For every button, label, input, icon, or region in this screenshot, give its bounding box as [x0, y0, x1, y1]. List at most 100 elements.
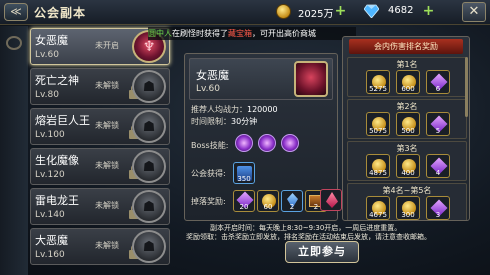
page-title: 公会副本	[34, 6, 87, 20]
add-gold-button[interactable]: +	[334, 4, 347, 19]
rank-reward-item[interactable]: 400	[396, 154, 420, 178]
reward-scrollbar[interactable]	[465, 57, 468, 117]
guild-reward-item[interactable]: 350	[233, 162, 255, 184]
rail-ornament-icon	[6, 36, 22, 50]
boss-portrait: ☗	[132, 70, 166, 103]
detail-header: 女恶魔 Lv.60	[189, 58, 333, 100]
item-count: 400	[401, 169, 415, 177]
boss-item[interactable]: 熔岩巨人王 Lv.100 未解锁 ☗	[30, 108, 170, 145]
rank-reward-item[interactable]: 3	[426, 196, 450, 220]
detail-boss-level: Lv.60	[196, 84, 220, 94]
power-value: 120000	[247, 105, 278, 114]
drop-reward-label: 掉落奖励:	[191, 197, 226, 206]
notice-text: 副本开启时间：每天晚上8:30~9:30开启，一周后进度重置。 奖励领取：击杀奖…	[186, 224, 486, 242]
rank-reward-item[interactable]: 6	[426, 70, 450, 94]
rank-reward-panel: 会内伤害排名奖励 第1名 5275 600 6 第2名 5075 500 5 第…	[342, 36, 470, 221]
drop-reward-item[interactable]: 60	[257, 190, 279, 212]
item-count: 4675	[369, 211, 387, 219]
boss-portrait: ☗	[132, 190, 166, 223]
item-count: 5275	[369, 85, 387, 93]
rank-reward-row: 第1名 5275 600 6	[347, 57, 467, 97]
rank-reward-item[interactable]: 4	[426, 154, 450, 178]
boss-status: 未解锁	[95, 201, 119, 210]
guild-reward-label: 公会获得:	[191, 169, 226, 178]
item-count: 6	[435, 85, 441, 93]
boss-item[interactable]: 生化魔像 Lv.120 未解锁 ☗	[30, 148, 170, 185]
boss-level: Lv.120	[35, 170, 65, 180]
boss-name: 生化魔像	[35, 154, 79, 167]
rank-reward-title: 会内伤害排名奖励	[349, 39, 463, 54]
gem-amount: 4682	[388, 5, 414, 16]
boss-skill-icon[interactable]	[281, 134, 299, 152]
boss-status: 未解锁	[95, 161, 119, 170]
item-count: 60	[263, 203, 273, 211]
rank-reward-item[interactable]: 5275	[366, 70, 390, 94]
gold-coin-icon	[276, 4, 291, 19]
boss-name: 熔岩巨人王	[35, 114, 90, 127]
drop-reward-item[interactable]: 2	[281, 190, 303, 212]
boss-name: 大恶魔	[35, 234, 68, 247]
top-bar: ≪ 公会副本 2025万 + 4682 + ✕	[0, 0, 490, 25]
marquee-player: 圆中人	[148, 29, 172, 38]
drop-reward-item[interactable]: 20	[233, 190, 255, 212]
side-rail	[0, 26, 28, 275]
item-count: 350	[237, 175, 251, 183]
marquee-item: 藏宝箱	[228, 29, 252, 38]
rank-reward-item[interactable]: 4675	[366, 196, 390, 220]
skill-label: Boss技能:	[191, 141, 229, 150]
time-value: 30分钟	[231, 117, 258, 126]
rank-label: 第4名~第5名	[382, 186, 432, 195]
item-count: 5	[435, 127, 441, 135]
boss-name: 女恶魔	[35, 34, 68, 47]
rank-label: 第3名	[396, 144, 418, 153]
diamond-icon	[364, 4, 379, 18]
boss-skill-icon[interactable]	[235, 134, 253, 152]
marquee-text-tail: ，可开出高价商城	[252, 29, 316, 38]
item-count: 300	[401, 211, 415, 219]
rank-reward-item[interactable]: 500	[396, 112, 420, 136]
rank-reward-item[interactable]: 5	[426, 112, 450, 136]
rank-reward-row: 第4名~第5名 4675 300 3	[347, 183, 467, 220]
item-count: 4875	[369, 169, 387, 177]
boss-status: 未解锁	[95, 241, 119, 250]
time-label: 时间限制：	[191, 117, 231, 126]
boss-silhouette-icon: ☗	[142, 159, 156, 175]
back-button[interactable]: ≪	[4, 3, 28, 21]
boss-skill-icon[interactable]	[258, 134, 276, 152]
boss-status: 未解锁	[95, 81, 119, 90]
item-count: 500	[401, 127, 415, 135]
rank-label: 第1名	[396, 60, 418, 69]
boss-level: Lv.160	[35, 250, 65, 260]
boss-level: Lv.100	[35, 130, 65, 140]
add-gem-button[interactable]: +	[422, 4, 435, 19]
boss-portrait: ☗	[132, 150, 166, 183]
item-count: 5075	[369, 127, 387, 135]
item-count: 2	[289, 203, 295, 211]
rank-reward-item[interactable]: 5075	[366, 112, 390, 136]
item-count: 600	[401, 85, 415, 93]
boss-portrait: ☗	[132, 110, 166, 143]
boss-silhouette-icon: ☗	[142, 199, 156, 215]
boss-silhouette-icon: ☗	[142, 79, 156, 95]
join-now-button[interactable]: 立即参与	[285, 241, 359, 263]
boss-status: 未开启	[95, 41, 119, 50]
rank-reward-item[interactable]: 4875	[366, 154, 390, 178]
boss-item[interactable]: 死亡之神 Lv.80 未解锁 ☗	[30, 68, 170, 105]
boss-level: Lv.140	[35, 210, 65, 220]
boss-portrait: ☗	[132, 230, 166, 263]
boss-name: 死亡之神	[35, 74, 79, 87]
boss-silhouette-icon: ☗	[142, 239, 156, 255]
boss-list: 女恶魔 Lv.60 未开启 ♆ 死亡之神 Lv.80 未解锁 ☗ 熔岩巨人王 L…	[30, 28, 180, 268]
item-count: 3	[435, 211, 441, 219]
boss-item[interactable]: 雷电龙王 Lv.140 未解锁 ☗	[30, 188, 170, 225]
close-button[interactable]: ✕	[462, 2, 486, 22]
item-count: 20	[239, 203, 249, 211]
broadcast-marquee: 圆中人在刷怪时获得了藏宝箱，可开出高价商城	[148, 27, 356, 40]
rank-reward-item[interactable]: 600	[396, 70, 420, 94]
rank-reward-item[interactable]: 300	[396, 196, 420, 220]
boss-silhouette-icon: ☗	[142, 119, 156, 135]
boss-item[interactable]: 大恶魔 Lv.160 未解锁 ☗	[30, 228, 170, 265]
drop-reward-item[interactable]	[320, 189, 342, 211]
boss-level: Lv.80	[35, 90, 59, 100]
rank-reward-row: 第2名 5075 500 5	[347, 99, 467, 139]
